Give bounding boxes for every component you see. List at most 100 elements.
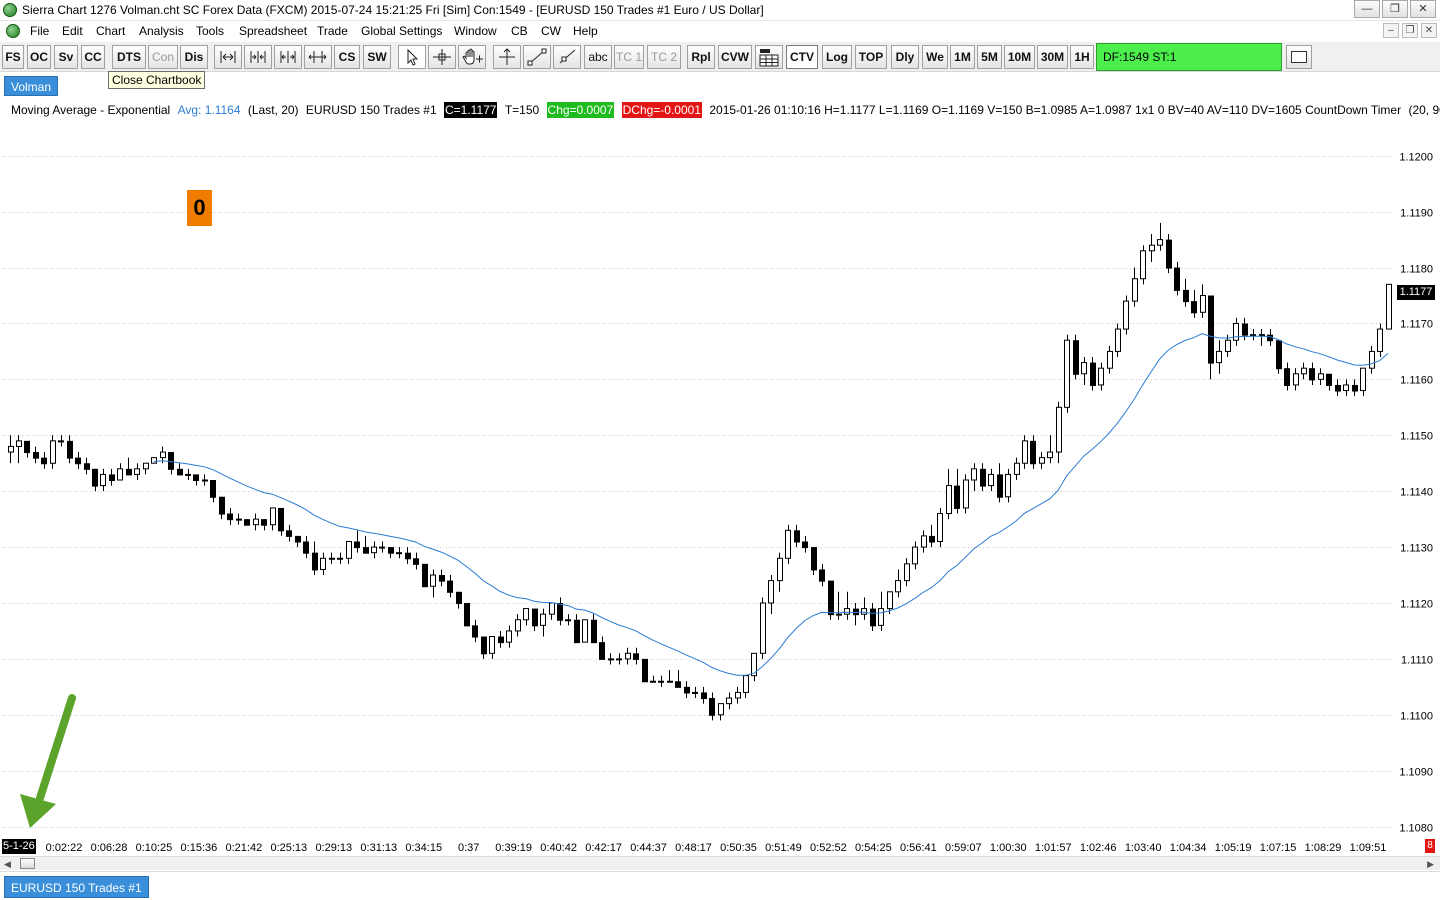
line-tool-icon[interactable] <box>523 45 551 69</box>
fit-bars-icon[interactable] <box>304 45 332 69</box>
menu-chart[interactable]: Chart <box>96 24 125 38</box>
menu-cb[interactable]: CB <box>511 24 528 38</box>
time-tick-label: 0:54:25 <box>855 842 892 854</box>
horizontal-scrollbar[interactable]: ◀ ▶ <box>0 856 1440 870</box>
menu-help[interactable]: Help <box>573 24 598 38</box>
tc2-button[interactable]: TC 2 <box>647 45 681 69</box>
chartbook-tab-volman[interactable]: Volman <box>4 76 58 96</box>
menu-window[interactable]: Window <box>454 24 497 38</box>
cvw-button[interactable]: CVW <box>718 45 752 69</box>
menu-cw[interactable]: CW <box>541 24 561 38</box>
timeframe-30m-button[interactable]: 30M <box>1037 45 1068 69</box>
menu-analysis[interactable]: Analysis <box>139 24 184 38</box>
top-button[interactable]: TOP <box>855 45 887 69</box>
log-scale-button[interactable]: Log <box>822 45 852 69</box>
time-tick-label: 0:06:28 <box>91 842 128 854</box>
menu-global-settings[interactable]: Global Settings <box>361 24 442 38</box>
candle-body-up <box>58 440 64 443</box>
sw-button[interactable]: SW <box>363 45 391 69</box>
menu-trade[interactable]: Trade <box>317 24 348 38</box>
timeframe-1h-button[interactable]: 1H <box>1070 45 1094 69</box>
menu-tools[interactable]: Tools <box>196 24 224 38</box>
tc1-button[interactable]: TC 1 <box>614 45 644 69</box>
decrease-spacing-icon[interactable] <box>274 45 302 69</box>
candle-body-down <box>954 485 960 509</box>
daily-button[interactable]: Dly <box>891 45 919 69</box>
price-chart[interactable]: 1.1200 1.1190 1.1180 1.1170 1.1160 1.1150 1.11… <box>0 0 1440 900</box>
candle-body-up <box>582 619 588 643</box>
candle-body-down <box>363 547 369 554</box>
text-tool-button[interactable]: abc <box>584 45 612 69</box>
close-icon[interactable]: ✕ <box>1410 0 1436 18</box>
pointer-icon[interactable] <box>398 45 426 69</box>
candle-body-down <box>997 474 1003 498</box>
chart-tab-eurusd[interactable]: EURUSD 150 Trades #1 <box>4 876 149 898</box>
dis-button[interactable]: Dis <box>180 45 208 69</box>
replay-button[interactable]: Rpl <box>687 45 715 69</box>
time-tick-label: 1:03:40 <box>1125 842 1162 854</box>
con-button[interactable]: Con <box>148 45 178 69</box>
candle-body-up <box>8 445 14 453</box>
candle-body-up <box>396 552 402 555</box>
candle-body-up <box>1064 339 1070 408</box>
weekly-button[interactable]: We <box>922 45 948 69</box>
menu-spreadsheet[interactable]: Spreadsheet <box>239 24 307 38</box>
candle-body-up <box>1216 350 1222 364</box>
timeframe-5m-button[interactable]: 5M <box>977 45 1002 69</box>
bar-counter-badge: 0 <box>187 190 212 226</box>
candle-body-up <box>726 697 732 705</box>
restore-icon[interactable]: ❐ <box>1382 0 1408 18</box>
trade-window-icon[interactable] <box>755 45 783 69</box>
candle-body-down <box>286 530 292 537</box>
time-tick-label: 1:05:19 <box>1215 842 1252 854</box>
cursor-value-icon[interactable] <box>493 45 521 69</box>
candle-body-up <box>202 479 208 482</box>
cs-button[interactable]: CS <box>334 45 360 69</box>
minimize-icon[interactable]: — <box>1354 0 1380 18</box>
candle-body-up <box>371 546 377 554</box>
candle-body-down <box>1309 368 1315 381</box>
timeframe-1m-button[interactable]: 1M <box>950 45 975 69</box>
child-minimize-icon[interactable]: – <box>1383 23 1399 38</box>
candle-body-up <box>337 557 343 560</box>
candle-body-down <box>709 698 715 716</box>
increase-spacing-icon[interactable] <box>244 45 272 69</box>
time-tick-label: 0:40:42 <box>540 842 577 854</box>
menu-bar: File Edit Chart Analysis Tools Spreadshe… <box>0 21 1440 42</box>
crosshair-icon[interactable] <box>428 45 456 69</box>
sv-button[interactable]: Sv <box>54 45 78 69</box>
child-close-icon[interactable]: ✕ <box>1421 23 1437 38</box>
dts-button[interactable]: DTS <box>112 45 146 69</box>
cc-button[interactable]: CC <box>81 45 105 69</box>
scroll-right-icon[interactable]: ▶ <box>1427 859 1434 870</box>
window-controls: — ❐ ✕ <box>1352 0 1436 20</box>
candle-body-up <box>430 574 436 587</box>
window-layout-icon[interactable] <box>1286 45 1312 69</box>
oc-button[interactable]: OC <box>27 45 51 69</box>
candle-body-up <box>320 557 326 570</box>
price-tick-label: 1.1110 <box>1401 655 1433 667</box>
candle-body-up <box>185 473 191 476</box>
candle-body-up <box>743 675 749 693</box>
study-avg-value: Avg: 1.1164 <box>177 103 241 117</box>
fs-button[interactable]: FS <box>2 45 24 69</box>
chart-window-icon[interactable] <box>6 24 20 38</box>
timeframe-10m-button[interactable]: 10M <box>1004 45 1035 69</box>
candle-body-down <box>532 608 538 627</box>
price-tick-label: 1.1180 <box>1400 264 1433 276</box>
candle-body-down <box>1166 239 1172 269</box>
child-restore-icon[interactable]: ❐ <box>1402 23 1418 38</box>
menu-edit[interactable]: Edit <box>62 24 83 38</box>
hand-icon[interactable] <box>458 45 486 69</box>
scroll-left-icon[interactable]: ◀ <box>4 859 11 870</box>
time-tick-label: 1:09:51 <box>1350 842 1387 854</box>
bar-spacing-icon[interactable] <box>214 45 242 69</box>
menu-file[interactable]: File <box>30 24 49 38</box>
symbol-label: EURUSD 150 Trades #1 <box>305 103 437 117</box>
scroll-thumb[interactable] <box>20 858 35 869</box>
candle-body-up <box>50 440 56 464</box>
ctv-button[interactable]: CTV <box>786 45 818 69</box>
time-tick-label: 1:04:34 <box>1170 842 1207 854</box>
candle-body-up <box>971 468 977 481</box>
ray-tool-icon[interactable] <box>553 45 581 69</box>
